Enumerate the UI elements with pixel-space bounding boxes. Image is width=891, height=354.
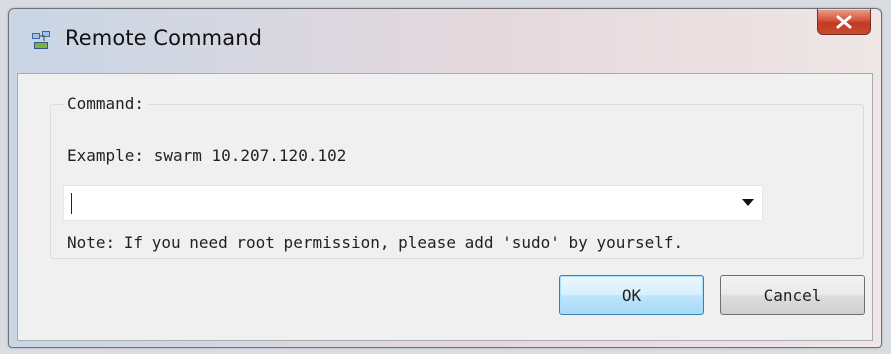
dropdown-arrow-icon[interactable] [742,199,754,206]
text-cursor [71,193,72,214]
note-text: Note: If you need root permission, pleas… [67,233,684,252]
example-text: Example: swarm 10.207.120.102 [67,146,347,165]
dialog-body: Command: Example: swarm 10.207.120.102 N… [17,73,873,341]
title-bar[interactable]: Remote Command [9,9,881,73]
command-combobox[interactable] [63,185,763,221]
cancel-button[interactable]: Cancel [720,275,865,315]
ok-button[interactable]: OK [559,275,704,315]
command-group-label: Command: [64,94,148,113]
remote-command-dialog: Remote Command Command: Example: swarm 1… [8,8,882,348]
close-button[interactable] [817,9,871,35]
close-icon [836,15,852,28]
command-group-box: Command: Example: swarm 10.207.120.102 N… [50,94,864,259]
remote-terminal-icon [31,30,51,50]
command-input[interactable] [70,190,720,216]
window-title: Remote Command [65,26,263,50]
